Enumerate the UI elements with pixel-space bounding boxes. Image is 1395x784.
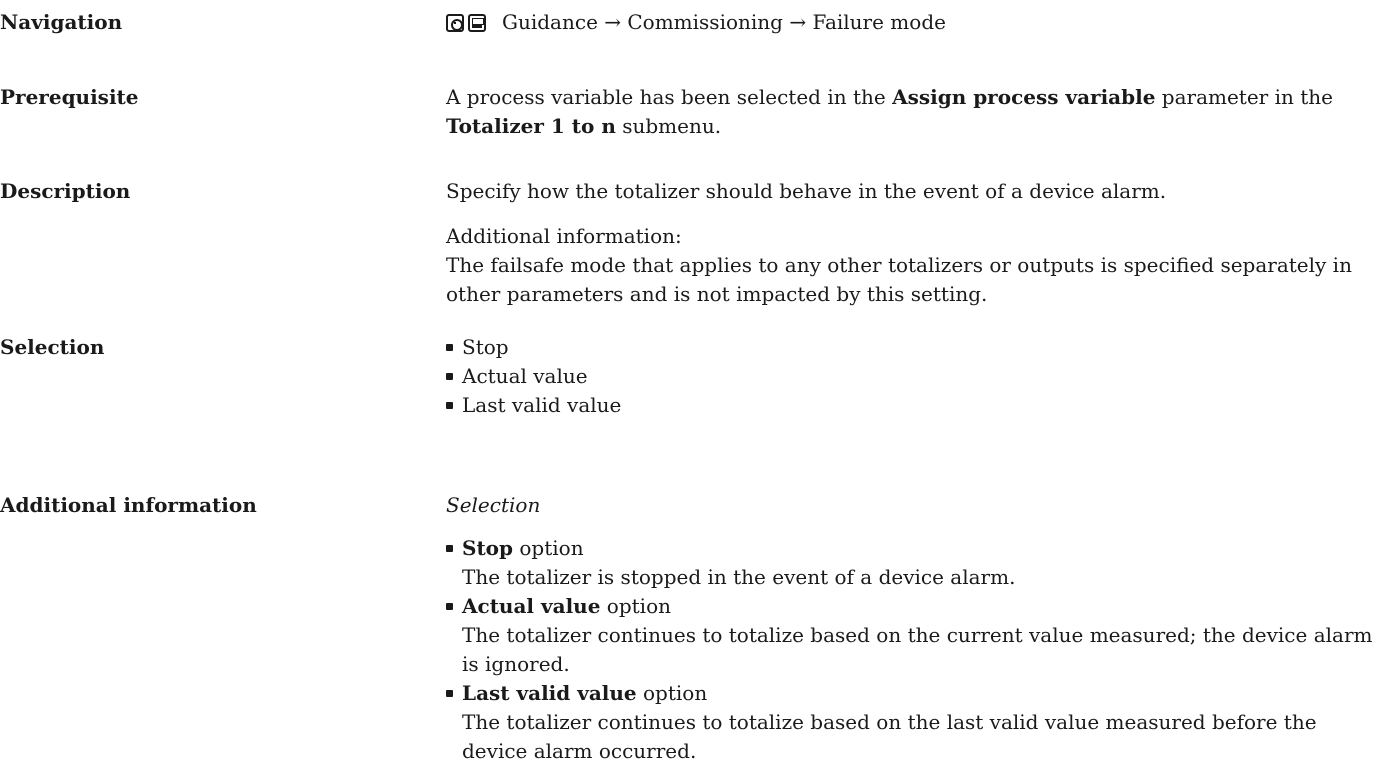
additional-information-label: Additional information bbox=[0, 493, 257, 517]
prerequisite-text-1: A process variable has been selected in … bbox=[446, 85, 893, 109]
option-descriptions-list: Stop option The totalizer is stopped in … bbox=[446, 534, 1391, 766]
selection-option: Actual value bbox=[446, 362, 1391, 391]
option-description-text: The totalizer continues to totalize base… bbox=[462, 623, 1373, 647]
description-additional-heading: Additional information: bbox=[446, 224, 682, 248]
additional-information-content: Selection Stop option The totalizer is s… bbox=[446, 491, 1391, 766]
selection-content: Stop Actual value Last valid value bbox=[446, 333, 1391, 420]
description-label: Description bbox=[0, 179, 131, 203]
display-icon bbox=[468, 13, 486, 32]
prerequisite-text-2: parameter in the bbox=[1155, 85, 1333, 109]
option-description-text: is ignored. bbox=[462, 652, 570, 676]
option-description-text: The totalizer is stopped in the event of… bbox=[462, 565, 1016, 589]
selection-label: Selection bbox=[0, 335, 105, 359]
option-description-text: The totalizer continues to totalize base… bbox=[462, 710, 1317, 734]
option-description-item: Stop option The totalizer is stopped in … bbox=[446, 534, 1391, 592]
navigation-icons bbox=[446, 13, 486, 32]
navigation-content: Guidance → Commissioning → Failure mode bbox=[446, 8, 1391, 37]
option-name: Stop bbox=[462, 536, 514, 560]
description-additional-line-1: The failsafe mode that applies to any ot… bbox=[446, 253, 1352, 277]
description-additional-line-2: other parameters and is not impacted by … bbox=[446, 282, 988, 306]
navigation-path: Guidance → Commissioning → Failure mode bbox=[502, 10, 946, 34]
assign-process-variable-term: Assign process variable bbox=[892, 85, 1156, 109]
option-name: Last valid value bbox=[462, 681, 637, 705]
description-content: Specify how the totalizer should behave … bbox=[446, 177, 1391, 309]
keypad-icon bbox=[446, 13, 464, 32]
option-description-text: device alarm occurred. bbox=[462, 739, 697, 763]
option-name: Actual value bbox=[462, 594, 601, 618]
prerequisite-content: A process variable has been selected in … bbox=[446, 83, 1391, 141]
selection-list: Stop Actual value Last valid value bbox=[446, 333, 1391, 420]
navigation-label: Navigation bbox=[0, 10, 123, 34]
additional-information-subheading: Selection bbox=[446, 493, 541, 517]
option-description-item: Actual value option The totalizer contin… bbox=[446, 592, 1391, 679]
description-main: Specify how the totalizer should behave … bbox=[446, 179, 1167, 203]
totalizer-submenu-term: Totalizer 1 to n bbox=[446, 114, 616, 138]
document-page: Navigation Guidance → Commissioning → Fa… bbox=[0, 0, 1395, 784]
prerequisite-label: Prerequisite bbox=[0, 85, 139, 109]
option-description-item: Last valid value option The totalizer co… bbox=[446, 679, 1391, 766]
prerequisite-text-3: submenu. bbox=[615, 114, 722, 138]
selection-option: Last valid value bbox=[446, 391, 1391, 420]
selection-option: Stop bbox=[446, 333, 1391, 362]
